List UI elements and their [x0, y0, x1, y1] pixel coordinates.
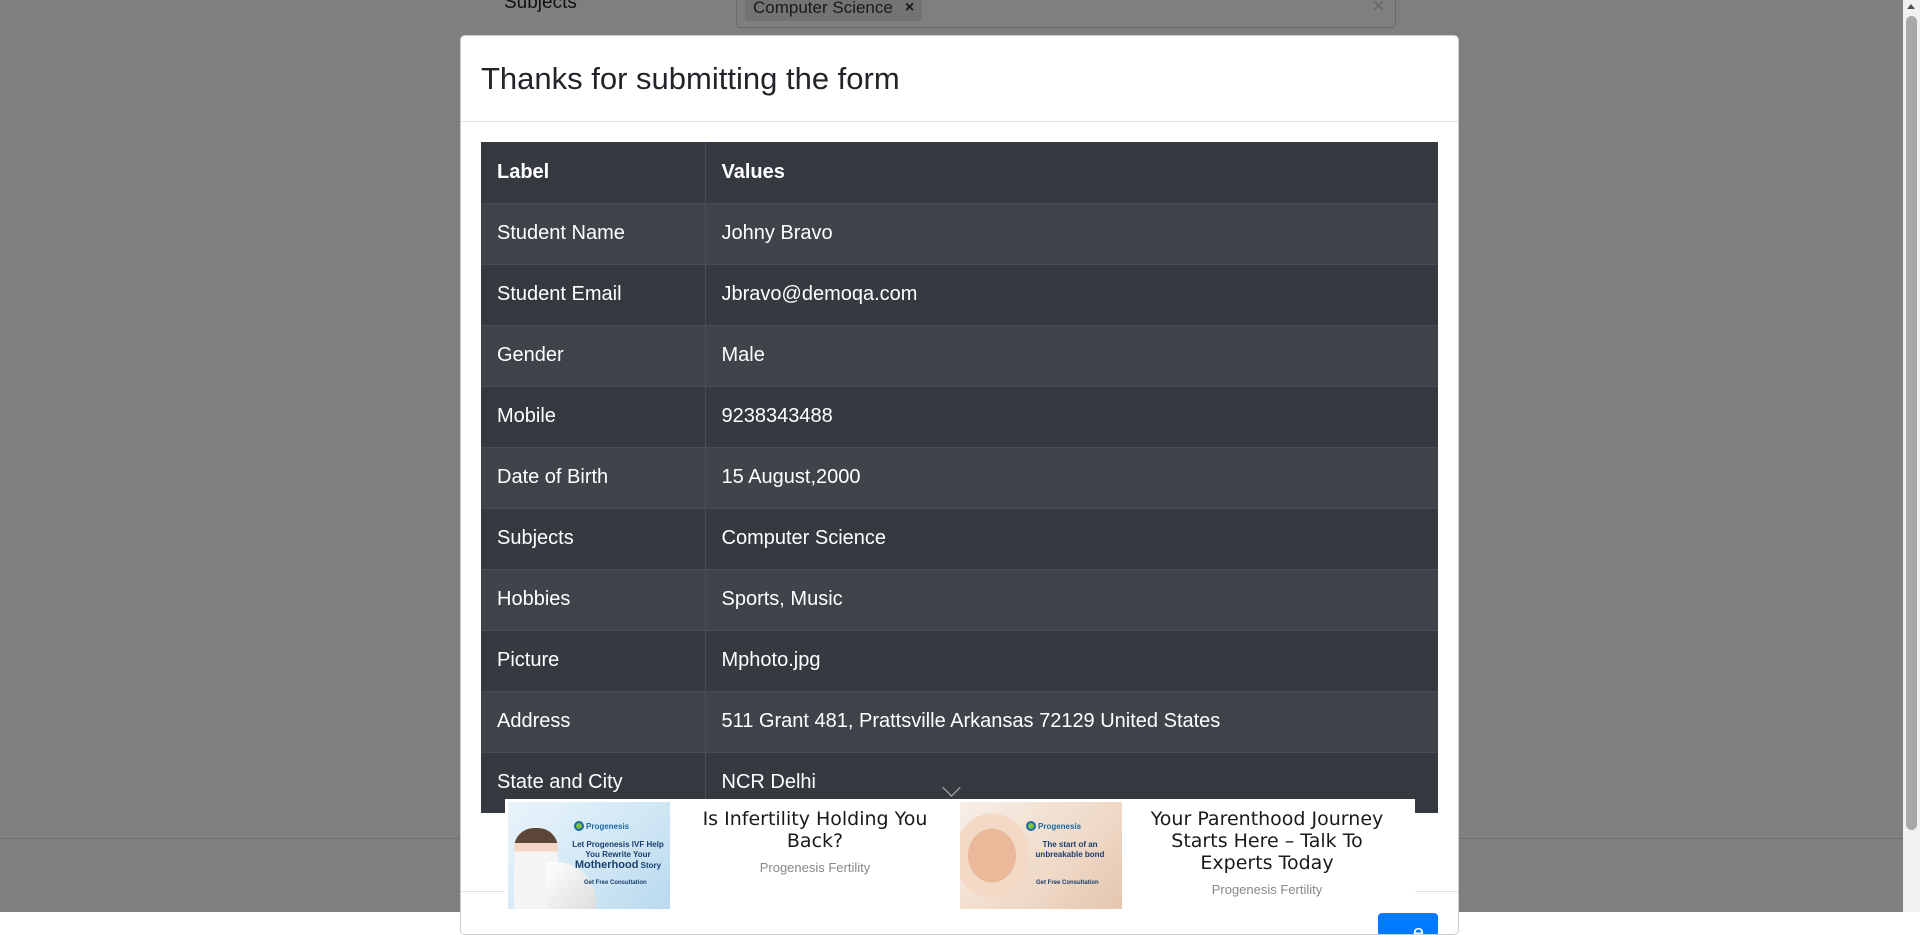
ad-image-text: Let Progenesis IVF Help You Rewrite Your… — [570, 840, 666, 871]
table-row: Date of Birth 15 August,2000 — [481, 446, 1438, 508]
ad-headline[interactable]: Your Parenthood Journey Starts Here – Ta… — [1133, 808, 1401, 874]
progenesis-logo-icon — [1026, 821, 1036, 831]
row-label: Mobile — [481, 385, 706, 447]
ad-headline[interactable]: Is Infertility Holding You Back? — [681, 808, 949, 852]
page-scrollbar[interactable] — [1903, 0, 1920, 912]
close-button[interactable]: e — [1378, 913, 1438, 934]
ad-text-block[interactable]: Your Parenthood Journey Starts Here – Ta… — [1122, 802, 1412, 909]
results-table: Label Values Student Name Johny Bravo Stu… — [481, 142, 1438, 813]
ad-unit-infertility[interactable]: Progenesis Let Progenesis IVF Help You R… — [508, 802, 960, 909]
row-label: Student Name — [481, 202, 706, 264]
row-value: Computer Science — [705, 507, 1438, 569]
modal-body: Label Values Student Name Johny Bravo Stu… — [461, 122, 1458, 813]
table-row: Hobbies Sports, Music — [481, 568, 1438, 630]
table-row: Picture Mphoto.jpg — [481, 629, 1438, 691]
row-value: Male — [705, 324, 1438, 386]
row-label: Gender — [481, 324, 706, 386]
row-value: 511 Grant 481, Prattsville Arkansas 7212… — [705, 690, 1438, 752]
ad-image-motherhood[interactable]: Progenesis Let Progenesis IVF Help You R… — [508, 802, 670, 909]
ad-banner[interactable]: Progenesis Let Progenesis IVF Help You R… — [505, 799, 1415, 912]
table-header-row: Label Values — [481, 142, 1438, 204]
row-value: Mphoto.jpg — [705, 629, 1438, 691]
ad-source[interactable]: Progenesis Fertility — [1212, 882, 1323, 897]
row-value: 9238343488 — [705, 385, 1438, 447]
scroll-thumb[interactable] — [1906, 16, 1917, 830]
table-row: Subjects Computer Science — [481, 507, 1438, 569]
ad-image-tagline: Let Progenesis IVF Help You Rewrite Your — [572, 840, 664, 859]
ad-image-cta: Get Free Consultation — [584, 880, 647, 886]
scroll-up-icon[interactable] — [1907, 4, 1915, 9]
column-header-label: Label — [481, 142, 706, 204]
modal-title: Thanks for submitting the form — [481, 60, 900, 96]
ad-image-tagline-end: Story — [640, 861, 662, 870]
ad-image-cta: Get Free Consultation — [1036, 880, 1099, 886]
column-header-values: Values — [705, 142, 1438, 204]
row-value: Sports, Music — [705, 568, 1438, 630]
ad-image-text: The start of an unbreakable bond — [1035, 840, 1105, 859]
table-row: Student Name Johny Bravo — [481, 202, 1438, 264]
table-row: Address 511 Grant 481, Prattsville Arkans… — [481, 690, 1438, 752]
row-value: 15 August,2000 — [705, 446, 1438, 508]
row-label: Address — [481, 690, 706, 752]
table-row: Student Email Jbravo@demoqa.com — [481, 263, 1438, 325]
ad-logo-text: Progenesis — [1038, 822, 1082, 831]
row-label: Picture — [481, 629, 706, 691]
row-label: Hobbies — [481, 568, 706, 630]
modal-header: Thanks for submitting the form — [461, 36, 1458, 122]
row-value: Johny Bravo — [705, 202, 1438, 264]
ad-image-highlight: Motherhood — [574, 859, 639, 871]
ad-logo-text: Progenesis — [586, 822, 630, 831]
row-label: Date of Birth — [481, 446, 706, 508]
table-row: Mobile 9238343488 — [481, 385, 1438, 447]
row-value: Jbravo@demoqa.com — [705, 263, 1438, 325]
ad-text-block[interactable]: Is Infertility Holding You Back? Progene… — [670, 802, 960, 909]
row-label: Subjects — [481, 507, 706, 569]
ad-unit-parenthood[interactable]: Progenesis The start of an unbreakable b… — [960, 802, 1412, 909]
progenesis-logo-icon — [574, 821, 584, 831]
ad-image-hands[interactable]: Progenesis The start of an unbreakable b… — [960, 802, 1122, 909]
table-row: Gender Male — [481, 324, 1438, 386]
ad-source[interactable]: Progenesis Fertility — [760, 860, 871, 875]
row-label: Student Email — [481, 263, 706, 325]
